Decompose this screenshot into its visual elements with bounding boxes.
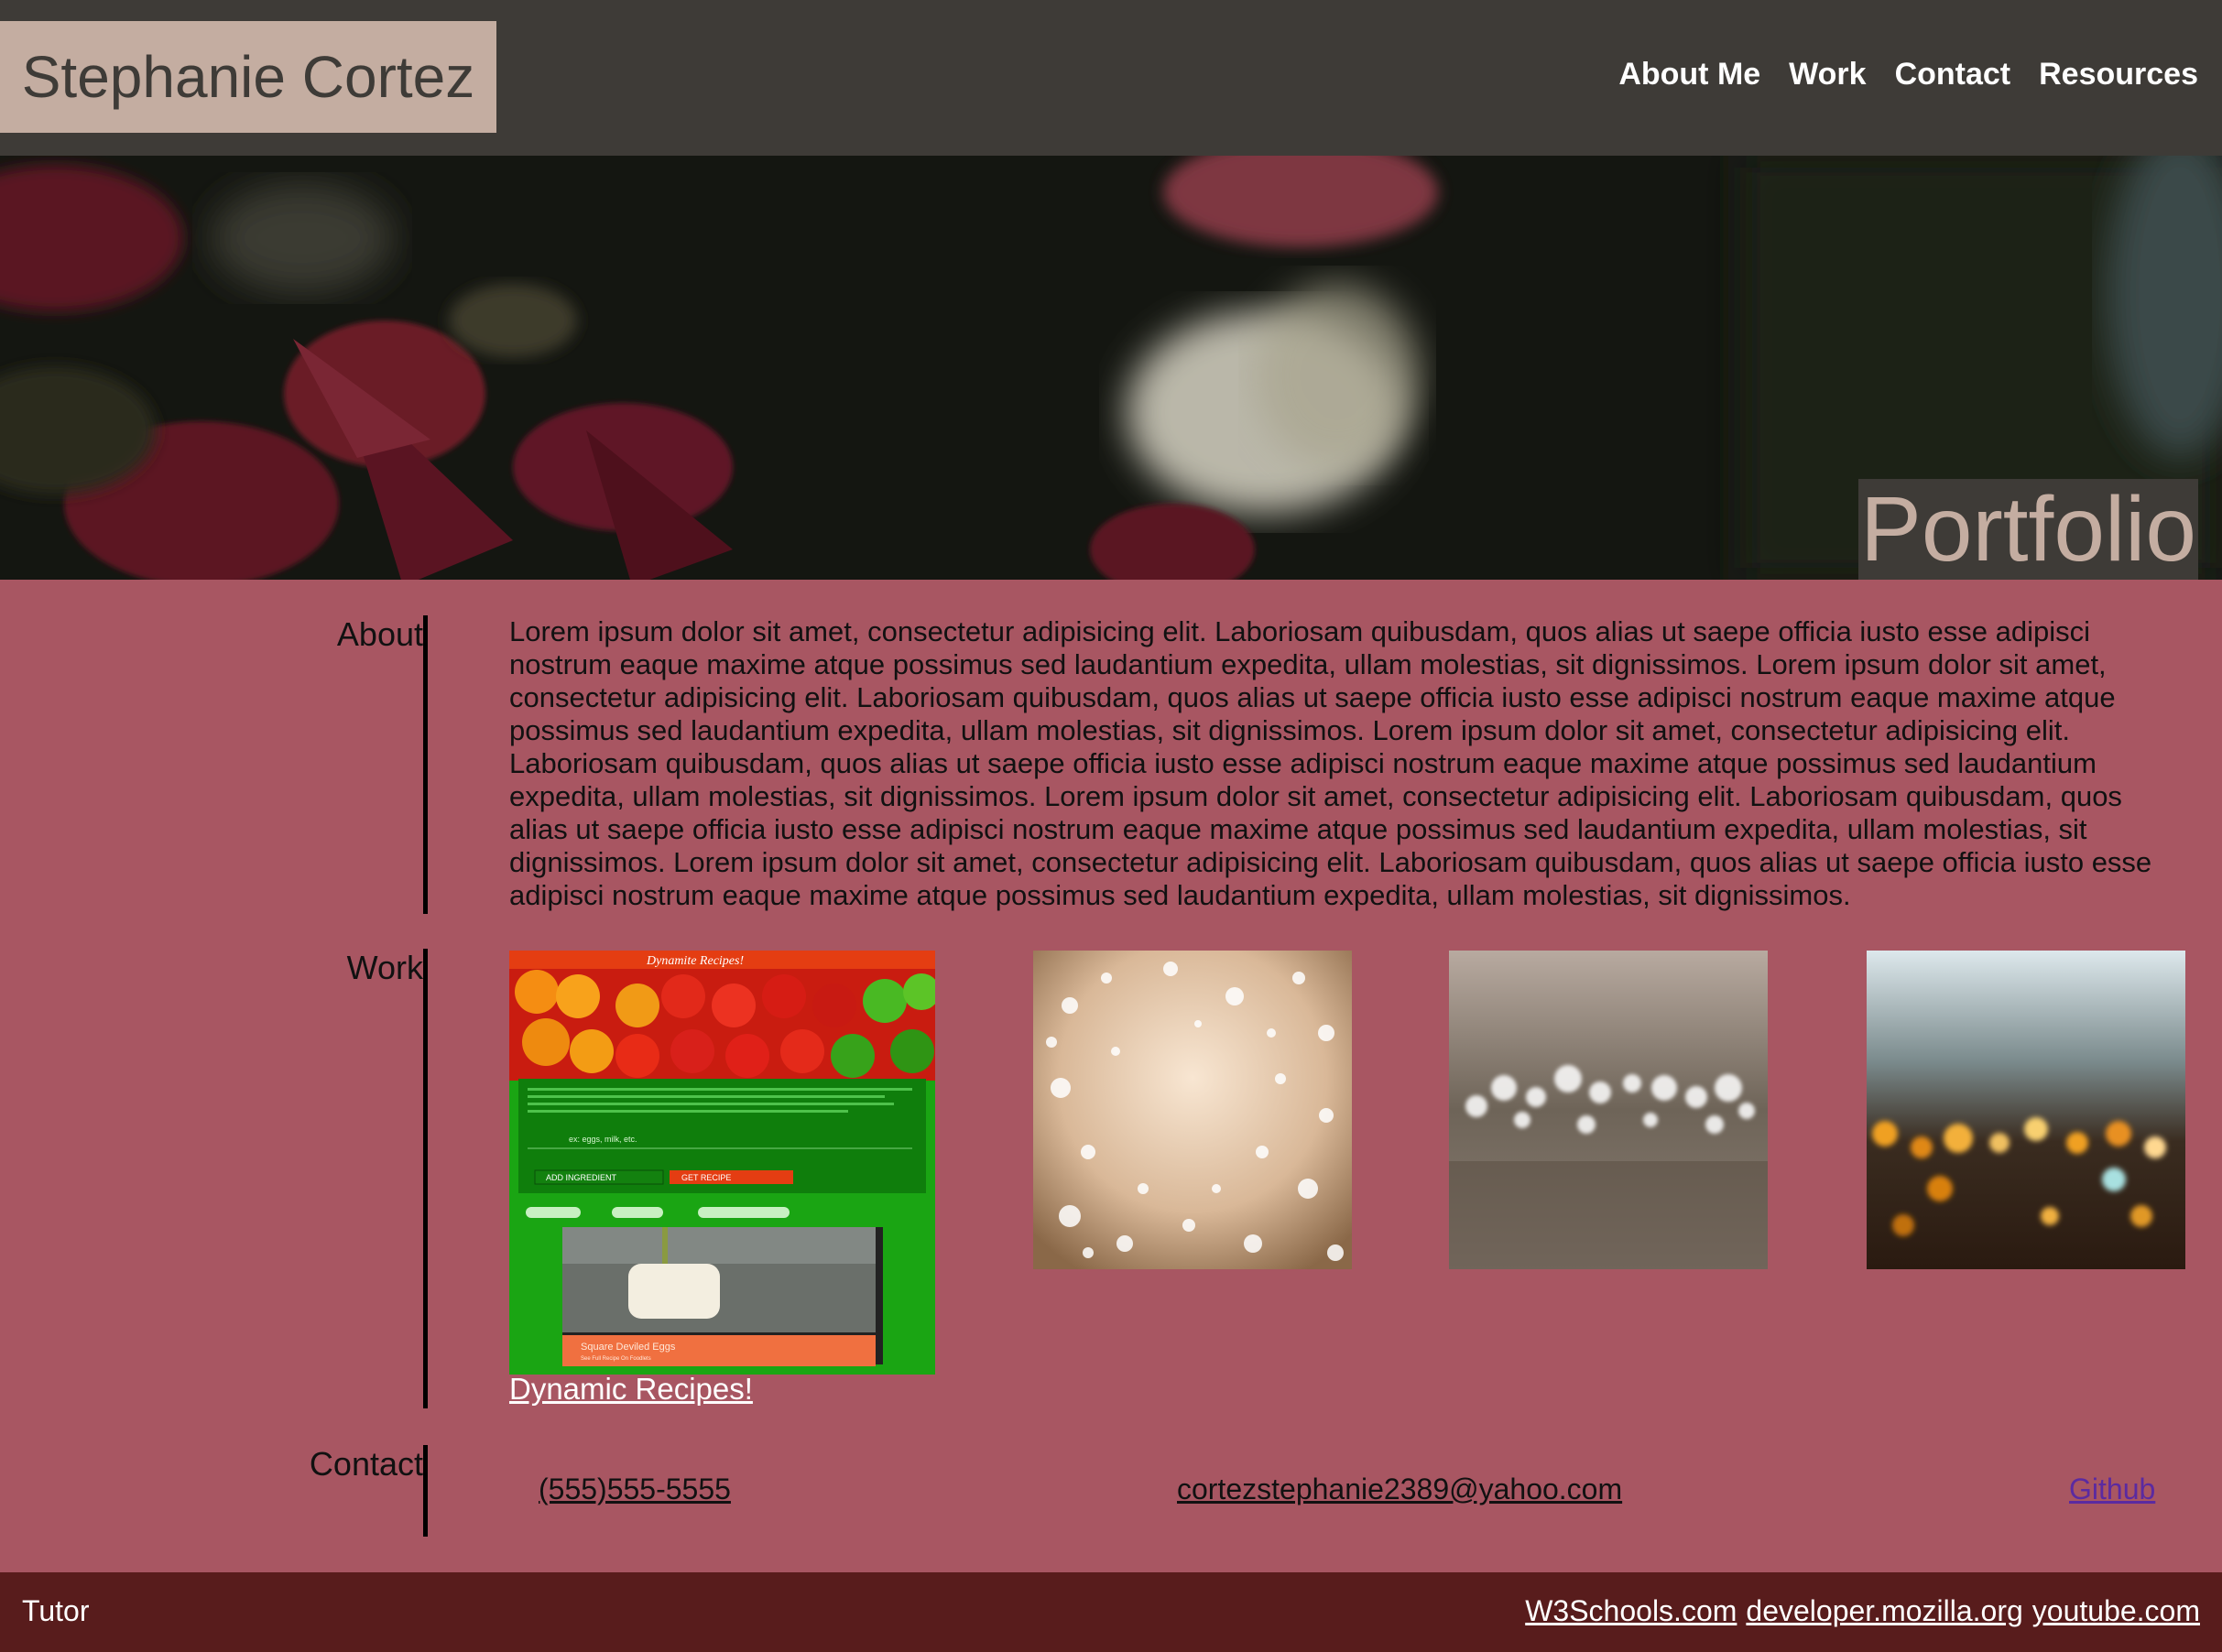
about-label: About: [336, 615, 423, 653]
footer-link-mdn[interactable]: developer.mozilla.org: [1746, 1594, 2022, 1628]
contact-email[interactable]: cortezstephanie2389@yahoo.com: [1177, 1473, 1622, 1506]
contact-label: Contact: [309, 1445, 423, 1483]
app-add-ingredient: ADD INGREDIENT: [546, 1173, 617, 1182]
work-tile-bokeh-grey[interactable]: [1449, 951, 1768, 1269]
app-recipe-sub: See Full Recipe On Foodlets: [581, 1356, 651, 1362]
site-footer: Tutor W3Schools.com developer.mozilla.or…: [0, 1572, 2222, 1652]
contact-divider: [423, 1445, 428, 1537]
site-header: Stephanie Cortez About Me Work Contact R…: [0, 0, 2222, 156]
bokeh-city-image: [1867, 951, 2185, 1269]
hero-banner: Portfolio: [0, 156, 2222, 580]
nav-resources[interactable]: Resources: [2039, 57, 2198, 92]
bokeh-warm-image: [1033, 951, 1352, 1269]
main-nav: About Me Work Contact Resources: [1618, 57, 2198, 92]
app-get-recipe: GET RECIPE: [681, 1173, 731, 1182]
work-link-dynamic-recipes[interactable]: Dynamic Recipes!: [509, 1372, 753, 1407]
footer-link-youtube[interactable]: youtube.com: [2032, 1594, 2200, 1628]
recipes-app-preview: Dynamite Recipes! ex: eggs, milk, etc. A…: [509, 951, 935, 1375]
footer-link-w3schools[interactable]: W3Schools.com: [1525, 1594, 1737, 1628]
work-divider: [423, 949, 428, 1408]
contact-phone[interactable]: (555)555-5555: [539, 1473, 731, 1506]
bokeh-grey-image: [1449, 951, 1768, 1269]
app-recipe-title: Square Deviled Eggs: [581, 1342, 676, 1353]
site-brand[interactable]: Stephanie Cortez: [0, 21, 496, 133]
app-title: Dynamite Recipes!: [646, 954, 744, 968]
app-input-hint: ex: eggs, milk, etc.: [569, 1135, 637, 1144]
footer-links: W3Schools.com developer.mozilla.org yout…: [1525, 1594, 2200, 1628]
nav-work[interactable]: Work: [1789, 57, 1866, 92]
about-divider: [423, 615, 428, 914]
hero-title: Portfolio: [1858, 478, 2198, 580]
work-label: Work: [346, 949, 423, 986]
nav-about-me[interactable]: About Me: [1618, 57, 1760, 92]
nav-contact[interactable]: Contact: [1895, 57, 2011, 92]
footer-label: Tutor: [22, 1594, 90, 1627]
work-tile-bokeh-city[interactable]: [1867, 951, 2185, 1269]
work-tile-bokeh-warm[interactable]: [1033, 951, 1352, 1269]
about-text: Lorem ipsum dolor sit amet, consectetur …: [509, 615, 2152, 911]
work-tile-recipes[interactable]: Dynamite Recipes! ex: eggs, milk, etc. A…: [509, 951, 935, 1375]
contact-github[interactable]: Github: [2069, 1473, 2155, 1506]
